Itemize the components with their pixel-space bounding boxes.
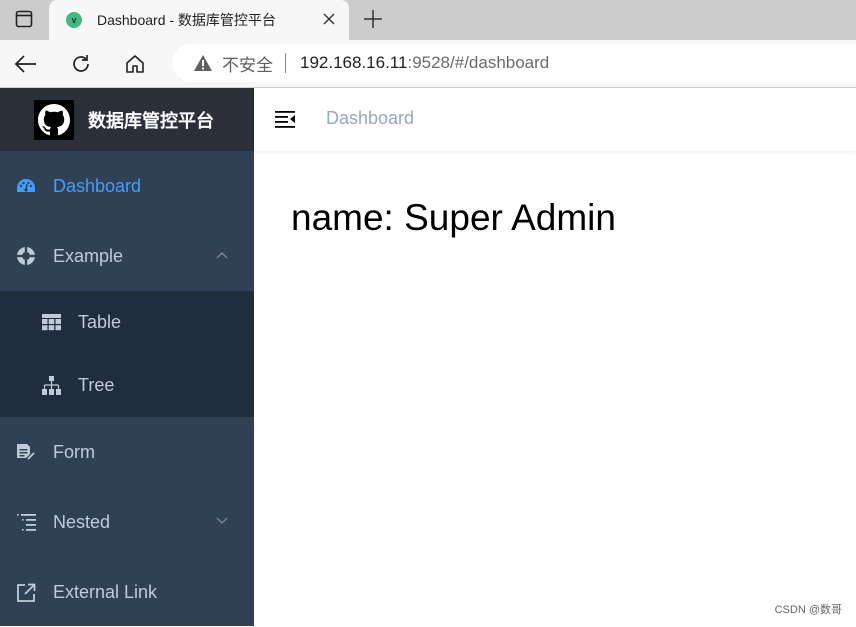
sidebar-item-tree[interactable]: Tree — [0, 354, 254, 417]
tab-actions-icon — [15, 10, 33, 28]
dashboard-icon — [15, 175, 37, 197]
sidebar-item-table[interactable]: Table — [0, 291, 254, 354]
navbar: Dashboard — [254, 88, 856, 151]
sidebar-item-external-link[interactable]: External Link — [0, 557, 254, 627]
url-host: 192.168.16.11 — [300, 53, 408, 72]
example-submenu: Table Tree — [0, 291, 254, 417]
tab-close-button[interactable] — [321, 11, 337, 27]
sidebar-item-example[interactable]: Example — [0, 221, 254, 291]
arrow-left-icon — [15, 55, 36, 73]
browser-toolbar: 不安全 192.168.16.11 :9528/#/dashboard — [0, 40, 856, 88]
sidebar-item-label: Dashboard — [53, 175, 142, 196]
nested-icon — [15, 511, 37, 533]
browser-tabstrip: v Dashboard - 数据库管控平台 — [0, 0, 856, 40]
separator — [285, 53, 286, 73]
home-button[interactable] — [120, 49, 150, 79]
dashboard-user-name: name: Super Admin — [291, 197, 616, 238]
sidebar-item-label: Nested — [53, 511, 111, 532]
chevron-down-icon — [215, 514, 229, 528]
sidebar-item-label: Tree — [78, 375, 115, 395]
sidebar-item-label: Table — [78, 312, 122, 332]
sidebar-item-nested[interactable]: Nested — [0, 487, 254, 557]
example-icon — [15, 245, 37, 267]
main-content: name: Super Admin CSDN @数哥 — [254, 151, 856, 626]
table-icon — [40, 312, 62, 334]
app-title: 数据库管控平台 — [88, 110, 214, 131]
insecure-label: 不安全 — [222, 55, 273, 75]
github-logo-icon — [34, 99, 74, 140]
browser-tab[interactable]: v Dashboard - 数据库管控平台 — [49, 0, 349, 40]
chevron-up-icon — [215, 248, 229, 262]
sidebar: 数据库管控平台 Dashboard Example Table Tree For… — [0, 88, 254, 626]
close-icon — [323, 13, 335, 25]
form-icon — [15, 441, 37, 463]
back-button[interactable] — [11, 49, 41, 79]
url-path: :9528/#/dashboard — [407, 53, 550, 72]
reload-button[interactable] — [66, 49, 96, 79]
address-bar[interactable]: 不安全 192.168.16.11 :9528/#/dashboard — [172, 44, 856, 82]
home-icon — [126, 55, 144, 73]
breadcrumb: Dashboard — [326, 108, 415, 128]
reload-icon — [73, 55, 89, 72]
sidebar-item-dashboard[interactable]: Dashboard — [0, 151, 254, 221]
tree-icon — [40, 375, 62, 397]
sidebar-logo[interactable]: 数据库管控平台 — [0, 88, 254, 151]
tab-title: Dashboard - 数据库管控平台 — [97, 12, 276, 28]
tab-actions-button[interactable] — [0, 0, 48, 38]
warning-icon — [192, 53, 214, 73]
plus-icon — [364, 10, 382, 28]
sidebar-item-label: Example — [53, 245, 124, 266]
sidebar-item-form[interactable]: Form — [0, 417, 254, 487]
sidebar-item-label: Form — [53, 441, 95, 462]
vue-favicon-icon: v — [66, 12, 82, 28]
watermark: CSDN @数哥 — [774, 604, 842, 616]
sidebar-toggle-button[interactable] — [274, 108, 296, 130]
external-link-icon — [15, 581, 37, 603]
new-tab-button[interactable] — [358, 4, 388, 34]
hamburger-icon — [275, 111, 295, 128]
sidebar-item-label: External Link — [53, 581, 158, 602]
